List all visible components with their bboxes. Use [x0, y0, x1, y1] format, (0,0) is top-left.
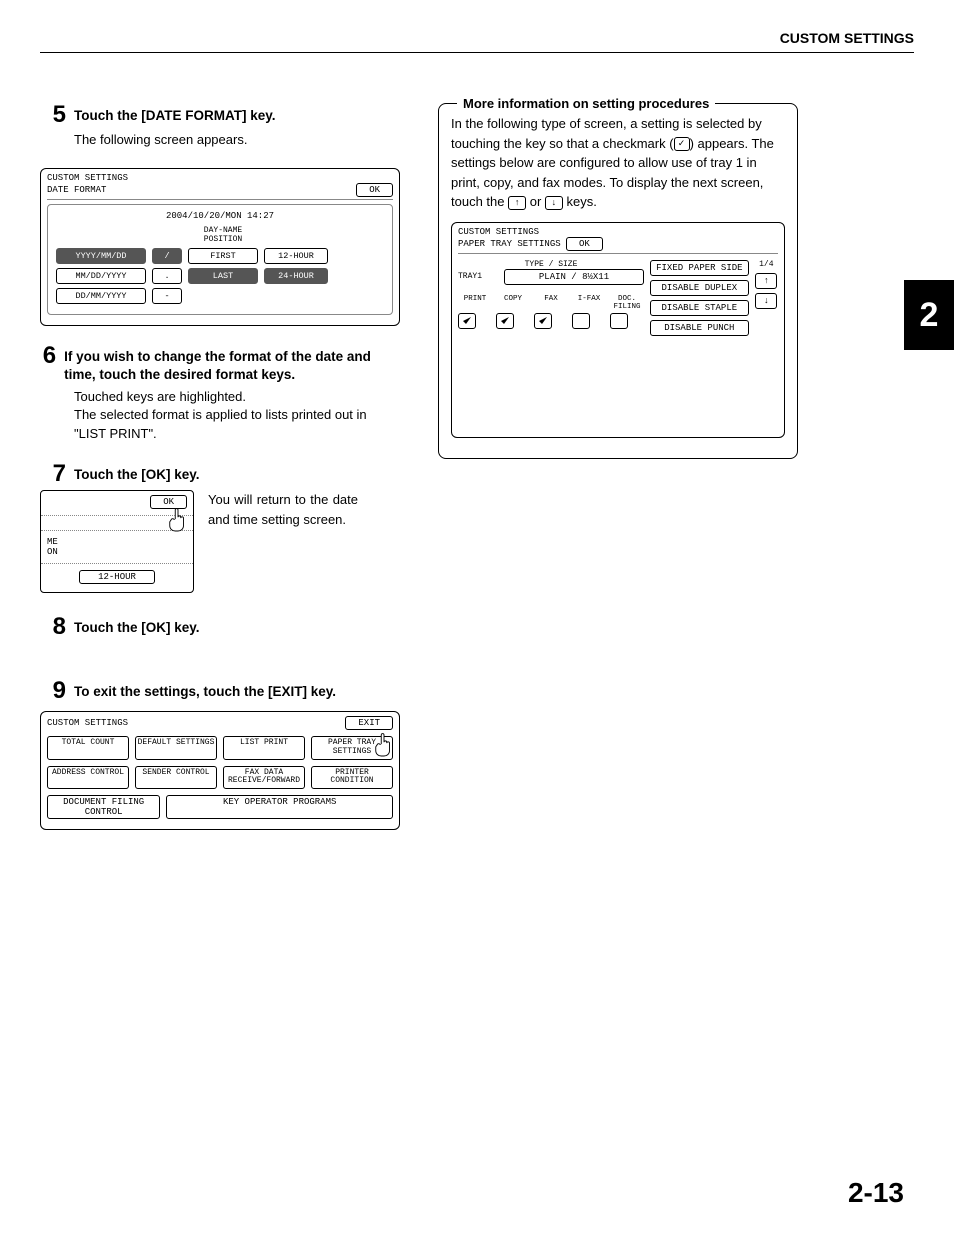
- left-column: 5 Touch the [DATE FORMAT] key. The follo…: [40, 103, 400, 848]
- address-control-button[interactable]: ADDRESS CONTROL: [47, 766, 129, 790]
- step-7-number: 7: [40, 462, 66, 486]
- hand-pointer-icon: [373, 732, 395, 761]
- step-5-number: 5: [40, 103, 66, 127]
- mode-ifax-label: I-FAX: [572, 295, 606, 311]
- sender-control-button[interactable]: SENDER CONTROL: [135, 766, 217, 790]
- panel-title: CUSTOM SETTINGS: [47, 173, 393, 183]
- page-down-button[interactable]: ↓: [755, 293, 777, 309]
- tray-type-button[interactable]: PLAIN / 8½X11: [504, 269, 644, 285]
- default-settings-button[interactable]: DEFAULT SETTINGS: [135, 736, 217, 760]
- time-12-hour[interactable]: 12-HOUR: [264, 248, 328, 264]
- mode-print-checkbox[interactable]: [458, 313, 476, 329]
- step-6-body: Touched keys are highlighted. The select…: [74, 388, 400, 445]
- mode-copy-label: COPY: [496, 295, 530, 311]
- dayname-first[interactable]: FIRST: [188, 248, 258, 264]
- exit-button[interactable]: EXIT: [345, 716, 393, 730]
- info-text: In the following type of screen, a setti…: [451, 116, 774, 209]
- panel-title: CUSTOM SETTINGS: [458, 227, 778, 237]
- mode-ifax-checkbox[interactable]: [572, 313, 590, 329]
- on-label: ON: [47, 547, 58, 557]
- separator-dot[interactable]: .: [152, 268, 182, 284]
- list-print-button[interactable]: LIST PRINT: [223, 736, 305, 760]
- separator-dash[interactable]: -: [152, 288, 182, 304]
- step-7-text: You will return to the date and time set…: [208, 490, 358, 593]
- step-5-body: The following screen appears.: [74, 131, 400, 150]
- step-9-title: To exit the settings, touch the [EXIT] k…: [74, 683, 336, 703]
- up-arrow-icon: ↑: [508, 196, 526, 210]
- step-7-title: Touch the [OK] key.: [74, 466, 200, 486]
- mode-fax-label: FAX: [534, 295, 568, 311]
- down-arrow-icon: ↓: [545, 196, 563, 210]
- checkmark-icon: ✓: [674, 137, 690, 151]
- mode-copy-checkbox[interactable]: [496, 313, 514, 329]
- date-format-panel: CUSTOM SETTINGS DATE FORMAT OK 2004/10/2…: [40, 168, 400, 327]
- disable-duplex-button[interactable]: DISABLE DUPLEX: [650, 280, 749, 296]
- hand-pointer-icon: [167, 507, 189, 536]
- step-8-title: Touch the [OK] key.: [74, 619, 200, 639]
- mode-print-label: PRINT: [458, 295, 492, 311]
- panel-subtitle: DATE FORMAT: [47, 185, 106, 195]
- step-8-number: 8: [40, 615, 66, 639]
- step-6-title: If you wish to change the format of the …: [64, 348, 400, 383]
- total-count-button[interactable]: TOTAL COUNT: [47, 736, 129, 760]
- page-up-button[interactable]: ↑: [755, 273, 777, 289]
- dayname-last[interactable]: LAST: [188, 268, 258, 284]
- current-date-string: 2004/10/20/MON 14:27: [56, 211, 384, 221]
- fax-data-button[interactable]: FAX DATA RECEIVE/FORWARD: [223, 766, 305, 790]
- separator-slash[interactable]: /: [152, 248, 182, 264]
- disable-staple-button[interactable]: DISABLE STAPLE: [650, 300, 749, 316]
- paper-tray-panel: CUSTOM SETTINGS PAPER TRAY SETTINGS OK T…: [451, 222, 785, 438]
- time-12-hour[interactable]: 12-HOUR: [79, 570, 155, 584]
- page-header: CUSTOM SETTINGS: [40, 30, 914, 53]
- right-column: More information on setting procedures I…: [438, 103, 798, 848]
- step-5-title: Touch the [DATE FORMAT] key.: [74, 107, 276, 127]
- format-mmddyyyy[interactable]: MM/DD/YYYY: [56, 268, 146, 284]
- ok-button[interactable]: OK: [356, 183, 393, 197]
- step-6-number: 6: [40, 344, 56, 383]
- dayname-position-label: DAY-NAME POSITION: [188, 227, 258, 245]
- mode-doc-label: DOC. FILING: [610, 295, 644, 311]
- custom-settings-panel: CUSTOM SETTINGS EXIT TOTAL COUNT DEFAULT…: [40, 711, 400, 830]
- panel-title: CUSTOM SETTINGS: [47, 718, 128, 728]
- tray-label: TRAY1: [458, 272, 498, 281]
- step-9-number: 9: [40, 679, 66, 703]
- type-size-label: TYPE / SIZE: [458, 260, 644, 269]
- chapter-tab: 2: [904, 280, 954, 350]
- fixed-paper-side-button[interactable]: FIXED PAPER SIDE: [650, 260, 749, 276]
- step-7-panel: OK ME ON: [40, 490, 194, 593]
- page-number: 2-13: [848, 1177, 904, 1209]
- me-label: ME: [47, 537, 58, 547]
- info-box-legend: More information on setting procedures: [457, 96, 715, 111]
- ok-button[interactable]: OK: [566, 237, 603, 251]
- info-box: More information on setting procedures I…: [438, 103, 798, 459]
- printer-condition-button[interactable]: PRINTER CONDITION: [311, 766, 393, 790]
- format-yyyymmdd[interactable]: YYYY/MM/DD: [56, 248, 146, 264]
- page-count: 1/4: [759, 260, 773, 269]
- mode-doc-checkbox[interactable]: [610, 313, 628, 329]
- time-24-hour[interactable]: 24-HOUR: [264, 268, 328, 284]
- mode-fax-checkbox[interactable]: [534, 313, 552, 329]
- document-filing-button[interactable]: DOCUMENT FILING CONTROL: [47, 795, 160, 819]
- panel-subtitle: PAPER TRAY SETTINGS: [458, 239, 561, 249]
- key-operator-button[interactable]: KEY OPERATOR PROGRAMS: [166, 795, 393, 819]
- format-ddmmyyyy[interactable]: DD/MM/YYYY: [56, 288, 146, 304]
- disable-punch-button[interactable]: DISABLE PUNCH: [650, 320, 749, 336]
